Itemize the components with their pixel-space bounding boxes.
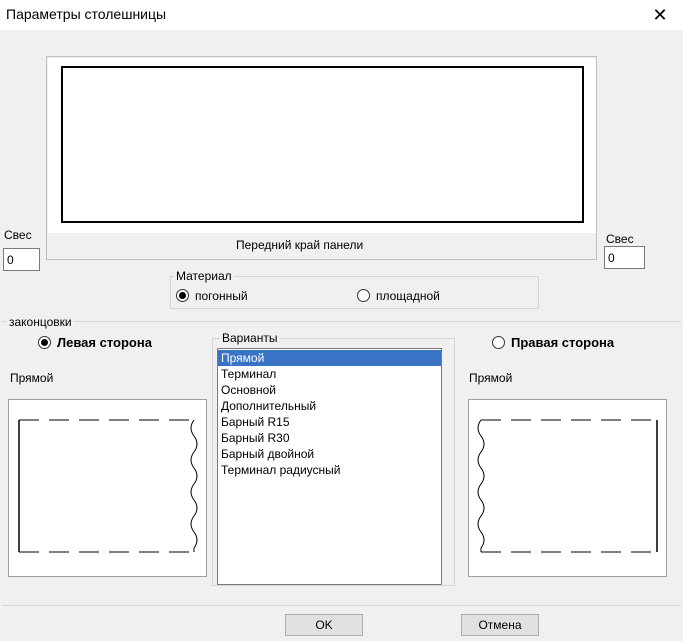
material-legend: Материал	[174, 269, 234, 283]
right-ending-preview	[468, 399, 667, 577]
bottom-separator	[2, 605, 681, 606]
left-side-label[interactable]: Левая сторона	[57, 335, 152, 350]
overhang-left-label: Свес	[4, 228, 32, 242]
title-bar: Параметры столешницы ✕	[0, 0, 683, 30]
variant-item[interactable]: Основной	[218, 382, 441, 398]
variant-item[interactable]: Терминал	[218, 366, 441, 382]
right-side-label[interactable]: Правая сторона	[511, 335, 614, 350]
right-variant-label: Прямой	[469, 371, 513, 385]
front-edge-label: Передний край панели	[236, 238, 364, 252]
overhang-right-label: Свес	[606, 232, 634, 246]
panel-outline	[61, 66, 584, 223]
endings-legend: законцовки	[7, 315, 74, 329]
material-area-radio[interactable]	[357, 289, 370, 302]
variants-listbox[interactable]: Прямой Терминал Основной Дополнительный …	[217, 348, 442, 585]
cancel-button[interactable]: Отмена	[461, 614, 539, 636]
variant-item[interactable]: Дополнительный	[218, 398, 441, 414]
material-area-label[interactable]: площадной	[376, 289, 440, 303]
left-side-radio[interactable]	[38, 336, 51, 349]
close-icon[interactable]: ✕	[645, 0, 675, 30]
variant-item[interactable]: Терминал радиусный	[218, 462, 441, 478]
endings-separator	[2, 321, 681, 322]
overhang-right-input[interactable]	[604, 246, 645, 269]
overhang-left-input[interactable]	[3, 248, 40, 271]
left-ending-preview	[8, 399, 207, 577]
right-side-radio[interactable]	[492, 336, 505, 349]
material-linear-radio[interactable]	[176, 289, 189, 302]
ok-button[interactable]: OK	[285, 614, 363, 636]
variant-item[interactable]: Прямой	[218, 350, 441, 366]
variants-legend: Варианты	[220, 331, 280, 345]
variant-item[interactable]: Барный двойной	[218, 446, 441, 462]
material-linear-label[interactable]: погонный	[195, 289, 248, 303]
left-variant-label: Прямой	[10, 371, 54, 385]
variant-item[interactable]: Барный R15	[218, 414, 441, 430]
variant-item[interactable]: Барный R30	[218, 430, 441, 446]
right-ending-drawing	[477, 419, 658, 553]
left-ending-drawing	[18, 419, 198, 553]
window-title: Параметры столешницы	[6, 6, 167, 22]
